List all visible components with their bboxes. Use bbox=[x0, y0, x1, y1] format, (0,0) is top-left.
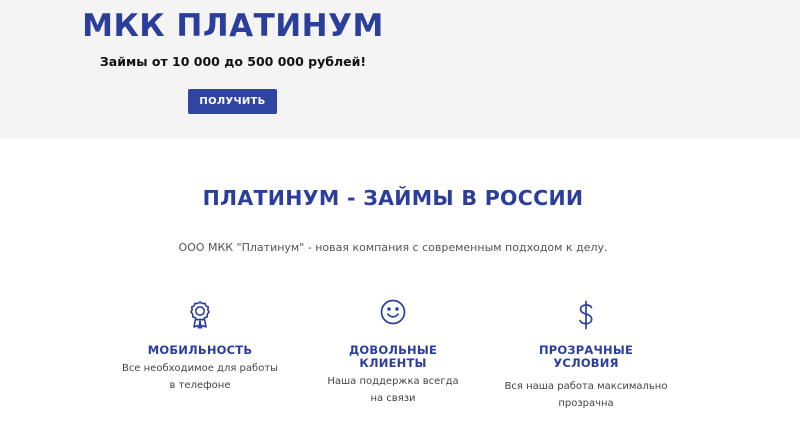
get-loan-button[interactable]: ПОЛУЧИТЬ bbox=[188, 89, 277, 114]
award-icon bbox=[110, 300, 290, 330]
hero-section: МКК ПЛАТИНУМ Займы от 10 000 до 500 000 … bbox=[0, 0, 800, 139]
hero-title: МКК ПЛАТИНУМ bbox=[82, 8, 384, 44]
feature-transparent-terms: ПРОЗРАЧНЫЕ УСЛОВИЯ Вся наша работа макси… bbox=[496, 296, 676, 426]
feature-title: ПРОЗРАЧНЫЕ УСЛОВИЯ bbox=[538, 343, 634, 370]
feature-title: МОБИЛЬНОСТЬ bbox=[147, 343, 253, 357]
section-title: ПЛАТИНУМ - ЗАЙМЫ В РОССИИ bbox=[202, 186, 584, 210]
feature-text: Все необходимое для работы в телефоне bbox=[121, 363, 279, 391]
smile-icon bbox=[303, 298, 483, 326]
feature-text: Вся наша работа максимально прозрачна bbox=[504, 381, 668, 409]
feature-mobility: МОБИЛЬНОСТЬ Все необходимое для работы в… bbox=[110, 296, 290, 426]
section-description: ООО МКК "Платинум" - новая компания с со… bbox=[178, 241, 608, 254]
dollar-icon bbox=[496, 300, 676, 330]
hero-subtitle: Займы от 10 000 до 500 000 рублей! bbox=[99, 54, 367, 69]
feature-title: ДОВОЛЬНЫЕ КЛИЕНТЫ bbox=[348, 343, 438, 370]
feature-text: Наша поддержка всегда на связи bbox=[327, 376, 459, 404]
feature-happy-clients: ДОВОЛЬНЫЕ КЛИЕНТЫ Наша поддержка всегда … bbox=[303, 296, 483, 426]
